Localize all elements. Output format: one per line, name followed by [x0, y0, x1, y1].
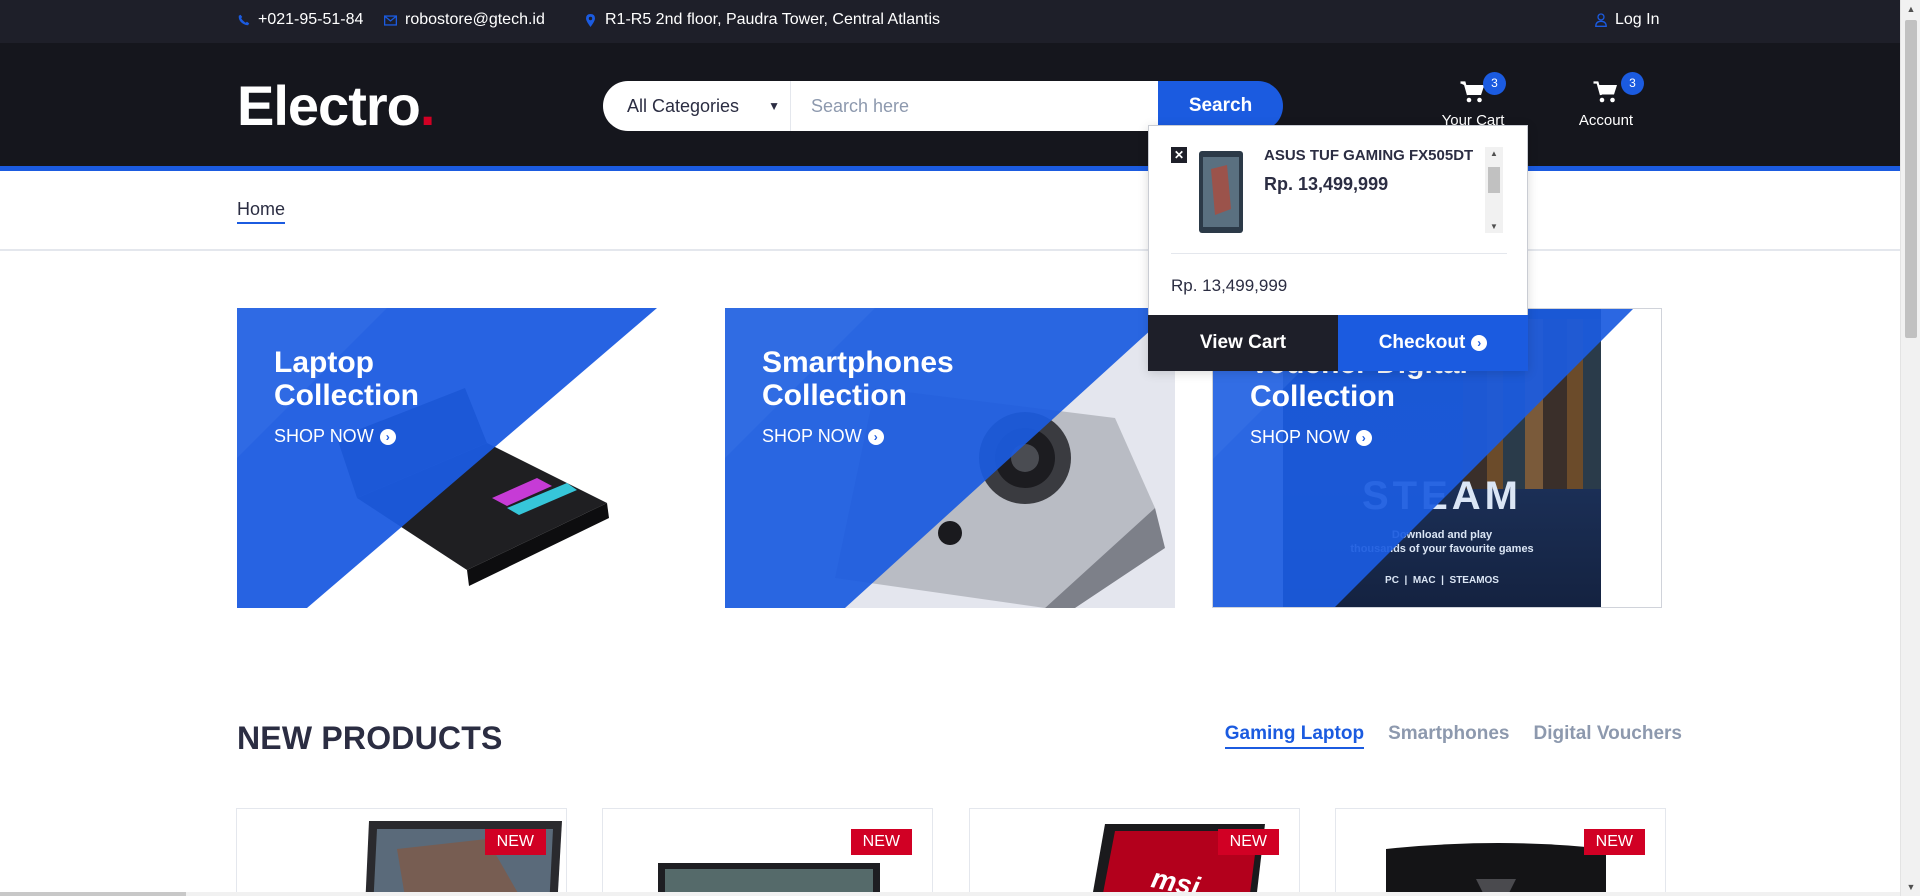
cart-item-name[interactable]: ASUS TUF GAMING FX505DT	[1264, 147, 1473, 164]
checkout-label: Checkout	[1378, 332, 1466, 353]
new-badge: NEW	[1217, 829, 1279, 855]
user-icon	[1594, 13, 1607, 27]
collection-title-line2: Collection	[762, 379, 908, 412]
login-link[interactable]: Log In	[1594, 11, 1659, 29]
site-logo[interactable]: Electro.	[237, 73, 436, 138]
scrollbar-thumb[interactable]	[1905, 20, 1917, 338]
scroll-down-arrow-icon[interactable]: ▼	[1901, 878, 1920, 896]
new-badge: NEW	[1583, 829, 1645, 855]
scroll-down-arrow-icon[interactable]: ▼	[1485, 222, 1503, 231]
tab-gaming-laptop[interactable]: Gaming Laptop	[1224, 723, 1365, 749]
arrow-circle-right-icon: ›	[867, 428, 884, 445]
shop-now-link[interactable]: SHOP NOW ›	[274, 426, 396, 447]
address-contact[interactable]: R1-R5 2nd floor, Paudra Tower, Central A…	[584, 11, 940, 29]
caret-down-icon: ▼	[768, 99, 780, 113]
map-marker-icon	[584, 13, 597, 27]
email-contact[interactable]: robostore@gtech.id	[384, 11, 545, 29]
collection-title: Smartphones Collection	[762, 346, 1092, 412]
new-badge: NEW	[484, 829, 546, 855]
search-input[interactable]	[791, 81, 1158, 131]
logo-text: Electro	[237, 74, 421, 137]
collection-card-smartphones[interactable]: Smartphones Collection SHOP NOW ›	[725, 308, 1175, 608]
cart-count-badge: 3	[1483, 72, 1506, 95]
shopping-cart-icon	[1593, 80, 1619, 106]
tab-digital-vouchers[interactable]: Digital Vouchers	[1533, 723, 1682, 749]
collection-card-laptop[interactable]: Laptop Collection SHOP NOW ›	[237, 308, 657, 608]
page-horizontal-scrollbar[interactable]	[0, 892, 1900, 896]
scrollbar-thumb[interactable]	[1488, 167, 1500, 193]
tab-smartphones[interactable]: Smartphones	[1388, 723, 1509, 749]
page: +021-95-51-84 robostore@gtech.id R1-R5 2…	[0, 0, 1920, 896]
arrow-circle-right-icon: ›	[379, 428, 396, 445]
product-card[interactable]: msi NEW	[969, 808, 1300, 896]
account-label: Account	[1578, 112, 1634, 129]
cart-dropdown: ✕ ASUS TUF GAMING FX505DT Rp. 13,499,999…	[1148, 125, 1528, 371]
product-card[interactable]: NEW	[1335, 808, 1666, 896]
envelope-icon	[384, 13, 397, 27]
cart-subtotal: Rp. 13,499,999	[1171, 276, 1288, 295]
email-address: robostore@gtech.id	[405, 11, 545, 28]
view-cart-button[interactable]: View Cart	[1148, 315, 1338, 371]
main-header: Electro. All Categories ▼ Search 3 Your …	[0, 43, 1900, 171]
collection-title-line2: Collection	[1250, 380, 1396, 413]
breadcrumb: Home	[0, 171, 1900, 251]
product-card[interactable]: NEW	[602, 808, 933, 896]
login-label: Log In	[1615, 11, 1660, 28]
checkout-button[interactable]: Checkout ›	[1338, 315, 1528, 371]
scroll-up-arrow-icon[interactable]: ▲	[1901, 0, 1920, 18]
shop-now-link[interactable]: SHOP NOW ›	[1250, 427, 1372, 448]
new-badge: NEW	[850, 829, 912, 855]
cart-item-price: Rp. 13,499,999	[1264, 174, 1389, 194]
shop-now-link[interactable]: SHOP NOW ›	[762, 426, 884, 447]
collection-title-line2: Collection	[274, 379, 420, 412]
new-products-title: NEW PRODUCTS	[237, 720, 503, 756]
scroll-up-arrow-icon[interactable]: ▲	[1485, 149, 1503, 158]
address-text: R1-R5 2nd floor, Paudra Tower, Central A…	[605, 11, 940, 28]
shop-now-label: SHOP NOW	[274, 426, 374, 446]
your-cart-button[interactable]: 3 Your Cart	[1433, 72, 1513, 129]
breadcrumb-home-link[interactable]: Home	[237, 199, 286, 224]
cart-list-scrollbar[interactable]: ▲ ▼	[1485, 147, 1503, 233]
shop-now-label: SHOP NOW	[762, 426, 862, 446]
scrollbar-thumb[interactable]	[0, 892, 186, 896]
phone-icon	[237, 13, 250, 27]
account-button[interactable]: 3 Account	[1571, 72, 1644, 129]
category-selected: All Categories	[627, 95, 740, 116]
phone-number: +021-95-51-84	[258, 11, 364, 28]
top-bar: +021-95-51-84 robostore@gtech.id R1-R5 2…	[0, 0, 1900, 43]
remove-item-button[interactable]: ✕	[1171, 147, 1187, 163]
collection-title: Laptop Collection	[274, 346, 604, 412]
page-vertical-scrollbar[interactable]: ▲ ▼	[1900, 0, 1920, 896]
cart-actions: View Cart Checkout ›	[1148, 315, 1528, 371]
phone-contact[interactable]: +021-95-51-84	[237, 11, 363, 29]
new-products-tabs: Gaming Laptop Smartphones Digital Vouche…	[1224, 723, 1682, 749]
product-card[interactable]: NEW	[236, 808, 567, 896]
collection-title-line1: Laptop	[274, 346, 374, 379]
divider	[1171, 253, 1507, 254]
category-select[interactable]: All Categories ▼	[603, 81, 791, 131]
search-button[interactable]: Search	[1158, 81, 1283, 131]
account-count-badge: 3	[1621, 72, 1644, 95]
cart-item-thumbnail[interactable]	[1197, 149, 1245, 235]
search-form: All Categories ▼ Search	[603, 81, 1283, 131]
collection-title-line1: Smartphones	[762, 346, 954, 379]
arrow-circle-right-icon: ›	[1355, 429, 1372, 446]
logo-dot: .	[419, 74, 436, 137]
shop-now-label: SHOP NOW	[1250, 427, 1350, 447]
arrow-circle-right-icon: ›	[1471, 335, 1488, 351]
